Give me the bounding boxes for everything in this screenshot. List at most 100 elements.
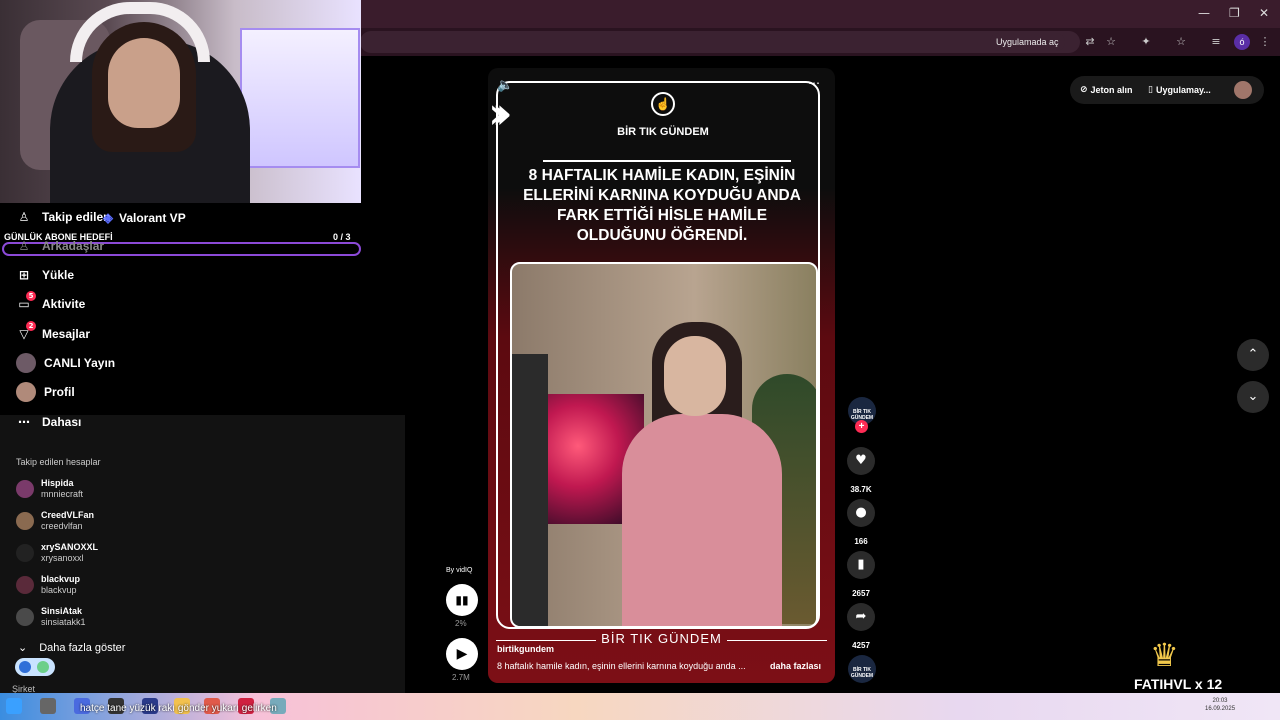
account-handle: mnniecraft	[41, 489, 84, 499]
sidebar-item-friends[interactable]: ♙ Arkadaşlar	[16, 236, 104, 256]
like-count: 38.7K	[850, 485, 872, 494]
show-more-button[interactable]: ⌄ Daha fazla göster	[18, 641, 125, 654]
minimize-button[interactable]: —	[1198, 6, 1210, 20]
star-icon[interactable]: ☆	[1102, 33, 1120, 51]
game-label: Valorant VP	[119, 211, 186, 225]
account-name: CreedVLFan	[41, 510, 95, 520]
sidebar-item-upload[interactable]: ⊞ Yükle	[16, 265, 74, 285]
crown-icon: ♛	[1150, 636, 1179, 674]
sidebar-item-label: Arkadaşlar	[42, 239, 105, 253]
open-in-app-label: Uygulamada aç	[996, 37, 1059, 47]
mute-icon[interactable]: 🔈	[497, 78, 513, 93]
comment-count: 166	[854, 537, 868, 546]
followed-account[interactable]: SinsiAtak sinsiatakk1	[16, 606, 86, 628]
maximize-button[interactable]: ❐	[1229, 6, 1240, 20]
save-button[interactable]: ▮ 2657	[847, 551, 875, 598]
more-options-icon[interactable]: ⋯	[808, 76, 820, 90]
coin-icon: ⊘	[1080, 85, 1088, 95]
profile-avatar[interactable]: ó	[1234, 34, 1250, 50]
account-name: Hispida	[41, 478, 74, 488]
mini-toggle[interactable]	[15, 658, 55, 676]
account-handle: creedvlfan	[41, 521, 83, 531]
play-button[interactable]: ▶	[446, 638, 478, 670]
video-username[interactable]: birtikgundem	[497, 644, 554, 654]
messages-badge: 2	[26, 321, 36, 331]
share-button[interactable]: ➦ 4257	[847, 603, 875, 650]
follow-button[interactable]: +	[855, 420, 868, 433]
sidebar-item-live[interactable]: CANLI Yayın	[16, 353, 115, 373]
account-name: blackvup	[41, 574, 81, 584]
share-icon: ➦	[847, 603, 875, 631]
video-scene	[510, 262, 818, 628]
like-button[interactable]: ♥ 38.7K	[847, 447, 875, 494]
sound-disc[interactable]: BİR TIK GÜNDEM	[848, 655, 876, 683]
messages-icon: ▽ 2	[16, 321, 36, 342]
get-app-label: Uygulamay...	[1155, 85, 1211, 95]
bookmark-icon: ▮	[847, 551, 875, 579]
video-headline: 8 HAFTALIK HAMİLE KADIN, EŞİNİN ELLERİNİ…	[523, 167, 801, 244]
heart-icon: ♥	[847, 447, 875, 475]
followed-account[interactable]: Hispida mnniecraft	[16, 478, 83, 500]
sidebar-item-messages[interactable]: ▽ 2 Mesajlar	[16, 321, 90, 344]
sidebar-item-more[interactable]: ⋯ Dahası	[16, 412, 81, 432]
video-player[interactable]: ››› 🔈 ⋯ ☝ BİR TIK GÜNDEM 8 HAFTALIK HAMİ…	[488, 68, 835, 683]
next-video-button[interactable]: ⌄	[1237, 381, 1269, 413]
account-handle: blackvup	[41, 585, 77, 595]
sound-disc-label: BİR TIK GÜNDEM	[850, 667, 874, 679]
previous-video-button[interactable]: ⌃	[1237, 339, 1269, 371]
video-brand: BİR TIK GÜNDEM	[617, 126, 709, 138]
toggle-icon	[19, 661, 31, 673]
followed-account[interactable]: xrySANOXXL xrysanoxxl	[16, 542, 98, 564]
person-icon: ♙	[18, 210, 30, 224]
account-handle: xrysanoxxl	[41, 553, 84, 563]
account-handle: sinsiatakk1	[41, 617, 86, 627]
more-icon: ⋯	[18, 415, 30, 429]
brand-divider	[543, 160, 791, 162]
sidebar-item-following[interactable]: ♙ Takip edilen	[16, 207, 111, 227]
sidebar-item-profile[interactable]: Profil	[16, 382, 75, 402]
comment-icon: ●	[847, 499, 875, 527]
user-avatar[interactable]	[1234, 81, 1252, 99]
followed-account[interactable]: CreedVLFan creedvlfan	[16, 510, 94, 532]
pointer-hand-icon: ☝	[651, 92, 675, 116]
webcam-overlay	[0, 0, 361, 203]
get-coins-button[interactable]: ⊘ Jeton alın	[1080, 79, 1133, 101]
phone-icon: ▯	[1148, 85, 1153, 95]
open-in-app-button[interactable]: Uygulamada aç	[990, 33, 1065, 51]
get-app-button[interactable]: ▯ Uygulamay...	[1148, 79, 1211, 101]
view-count: 2.7M	[452, 673, 470, 682]
followed-account[interactable]: blackvup blackvup	[16, 574, 80, 596]
sidebar-item-activity[interactable]: ▭ 5 Aktivite	[16, 291, 85, 314]
vidiq-stats-button[interactable]: ▮▮	[446, 584, 478, 616]
avatar	[16, 512, 34, 530]
media-icon[interactable]: ≡	[1207, 33, 1225, 51]
address-bar[interactable]	[360, 31, 1080, 53]
save-count: 2657	[852, 589, 870, 598]
get-coins-label: Jeton alın	[1090, 85, 1133, 95]
account-name: SinsiAtak	[41, 606, 83, 616]
tray-clock[interactable]: 20:03 16.09.2025	[1205, 697, 1235, 713]
avatar	[16, 608, 34, 626]
bookmarks-icon[interactable]: ☆	[1172, 33, 1190, 51]
show-more-label: Daha fazla göster	[39, 641, 126, 654]
activity-badge: 5	[26, 291, 36, 301]
tray-date: 16.09.2025	[1205, 706, 1236, 712]
see-more-link[interactable]: daha fazlası	[770, 661, 821, 671]
live-icon	[16, 353, 36, 373]
extensions-icon[interactable]: ✦	[1137, 33, 1155, 51]
vidiq-label: By vidIQ	[446, 567, 473, 574]
start-icon[interactable]	[6, 698, 22, 714]
activity-icon: ▭ 5	[16, 291, 36, 312]
cam-headphones	[70, 2, 210, 62]
search-icon[interactable]	[40, 698, 56, 714]
game-tag: ◈ Valorant VP	[100, 210, 186, 226]
translate-icon[interactable]: ⇄	[1081, 33, 1099, 51]
avatar	[16, 480, 34, 498]
comment-button[interactable]: ● 166	[847, 499, 875, 546]
close-button[interactable]: ✕	[1259, 6, 1269, 20]
menu-icon[interactable]: ⋮	[1256, 33, 1274, 51]
sidebar-item-label: Dahası	[42, 415, 82, 429]
scene-face	[664, 336, 726, 416]
scene-person-left	[512, 354, 548, 626]
sidebar-item-label: CANLI Yayın	[44, 356, 116, 370]
